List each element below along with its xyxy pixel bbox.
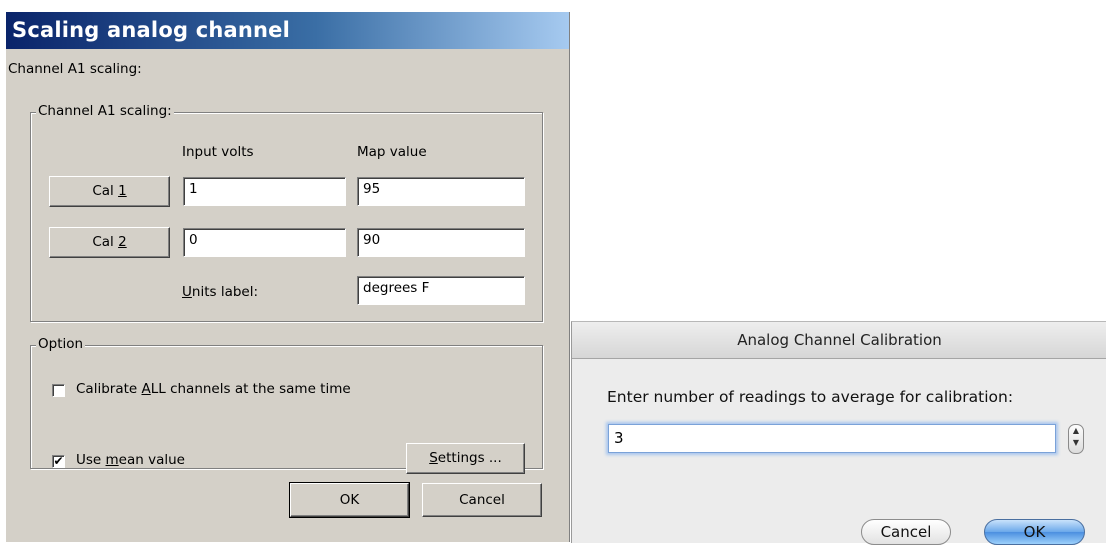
calibrate-all-text: Calibrate [76,381,142,397]
cal-1-label: Cal [92,183,119,199]
cal-2-map-value[interactable]: 90 [357,228,525,257]
check-mark-icon: ✔ [53,454,64,468]
cancel-button[interactable]: Cancel [422,483,542,517]
map-value-header: Map value [357,144,427,160]
cal-1-input-volts[interactable]: 1 [183,177,346,206]
use-mean-key: m [105,452,119,468]
cal-2-input-volts[interactable]: 0 [183,228,346,257]
cal-1-button[interactable]: Cal 1 [49,176,170,207]
units-label-text: nits label: [191,284,259,300]
channel-heading: Channel A1 scaling: [8,61,142,77]
units-input[interactable]: degrees F [357,276,525,305]
use-mean-text: Use [76,452,106,468]
option-group-title: Option [36,336,86,352]
stepper-up-icon[interactable]: ▲ [1069,425,1083,437]
scaling-dialog: Scaling analog channel Channel A1 scalin… [6,12,570,542]
input-volts-header: Input volts [182,144,254,160]
settings-button[interactable]: Settings ... [406,443,525,474]
calibration-cancel-button[interactable]: Cancel [861,519,951,545]
calibration-dialog-title: Analog Channel Calibration [572,322,1106,359]
readings-input[interactable]: 3 [608,424,1056,453]
calibrate-all-checkbox[interactable] [52,384,65,397]
ok-button[interactable]: OK [289,482,410,518]
cal-2-button[interactable]: Cal 2 [49,227,170,258]
calibrate-all-label[interactable]: Calibrate ALL channels at the same time [76,381,351,397]
calibration-dialog: Analog Channel Calibration Enter number … [571,321,1106,545]
cal-1-key: 1 [118,183,127,199]
cal-2-label: Cal [92,234,119,250]
cal-2-key: 2 [118,234,127,250]
calibration-ok-button[interactable]: OK [984,519,1085,545]
calibrate-all-rest: LL channels at the same time [150,381,351,397]
dialog-title: Scaling analog channel [6,12,569,49]
scaling-group-title: Channel A1 scaling: [36,103,174,119]
cal-1-map-value[interactable]: 95 [357,177,525,206]
units-label-key: U [182,284,192,300]
settings-label: ettings ... [437,450,502,466]
readings-stepper[interactable]: ▲ ▼ [1068,424,1084,454]
readings-prompt: Enter number of readings to average for … [607,388,1014,406]
use-mean-label[interactable]: Use mean value [76,452,185,468]
use-mean-rest: ean value [118,452,185,468]
units-label: Units label: [182,284,258,300]
stepper-down-icon[interactable]: ▼ [1069,437,1083,449]
use-mean-checkbox[interactable]: ✔ [52,455,65,468]
settings-key: S [429,450,438,466]
calibrate-all-key: A [141,381,151,397]
